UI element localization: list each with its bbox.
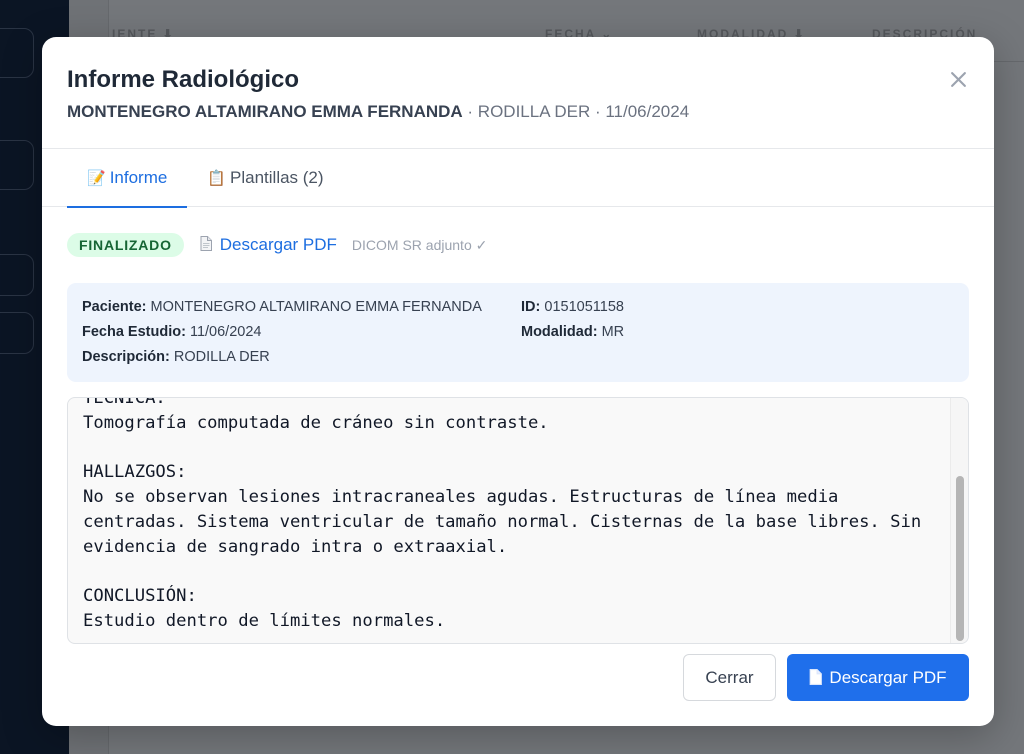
info-description-value: RODILLA DER: [173, 349, 270, 365]
close-icon: [950, 71, 966, 87]
clipboard-icon: 📋: [207, 170, 227, 187]
info-patient-label: Paciente:: [82, 299, 147, 315]
tab-bar: 📝 Informe 📋 Plantillas (2): [42, 149, 994, 208]
scrollbar-thumb[interactable]: [956, 476, 964, 641]
tab-label: Informe: [109, 168, 168, 187]
document-icon: [200, 235, 212, 251]
modal-header: Informe Radiológico MONTENEGRO ALTAMIRAN…: [42, 37, 994, 149]
info-modality-label: Modalidad:: [521, 324, 598, 340]
report-text: TÉCNICA: Tomografía computada de cráneo …: [83, 397, 922, 632]
info-patient: Paciente: MONTENEGRO ALTAMIRANO EMMA FER…: [82, 299, 482, 315]
info-id: ID: 0151051158: [521, 299, 624, 315]
close-modal-button[interactable]: Cerrar: [683, 654, 776, 701]
info-id-label: ID:: [521, 299, 541, 315]
tab-informe[interactable]: 📝 Informe: [67, 149, 188, 208]
info-patient-value: MONTENEGRO ALTAMIRANO EMMA FERNANDA: [150, 299, 482, 315]
info-date: Fecha Estudio: 11/06/2024: [82, 324, 261, 340]
modal-title: Informe Radiológico: [67, 66, 300, 93]
report-textarea[interactable]: TÉCNICA: Tomografía computada de cráneo …: [67, 397, 969, 644]
download-pdf-label: Descargar PDF: [219, 235, 337, 254]
info-id-value: 0151051158: [544, 299, 624, 315]
scrollbar[interactable]: [950, 398, 968, 643]
modal-body: FINALIZADO Descargar PDF DICOM SR adjunt…: [42, 207, 994, 644]
info-date-value: 11/06/2024: [189, 324, 262, 340]
info-description-label: Descripción:: [82, 349, 170, 365]
download-pdf-button[interactable]: Descargar PDF: [787, 654, 969, 701]
dicom-note: DICOM SR adjunto ✓: [351, 236, 488, 253]
status-row: FINALIZADO Descargar PDF DICOM SR adjunt…: [67, 207, 969, 283]
info-date-label: Fecha Estudio:: [82, 324, 186, 340]
subtitle-patient: MONTENEGRO ALTAMIRANO EMMA FERNANDA: [67, 102, 463, 121]
tab-label: Plantillas (2): [230, 168, 324, 187]
study-info-box: Paciente: MONTENEGRO ALTAMIRANO EMMA FER…: [67, 283, 969, 382]
tab-plantillas[interactable]: 📋 Plantillas (2): [187, 149, 343, 207]
subtitle-details: · RODILLA DER · 11/06/2024: [462, 102, 690, 121]
document-icon: [810, 668, 823, 685]
info-modality-value: MR: [601, 324, 625, 340]
memo-icon: 📝: [87, 170, 106, 187]
download-pdf-button-label: Descargar PDF: [829, 667, 947, 687]
close-button[interactable]: [946, 67, 970, 91]
report-modal: Informe Radiológico MONTENEGRO ALTAMIRAN…: [42, 37, 994, 726]
modal-subtitle: MONTENEGRO ALTAMIRANO EMMA FERNANDA · RO…: [67, 100, 969, 124]
modal-footer: Cerrar Descargar PDF: [683, 654, 969, 701]
info-modality: Modalidad: MR: [521, 324, 624, 340]
download-pdf-link[interactable]: Descargar PDF: [200, 235, 337, 255]
status-badge: FINALIZADO: [67, 233, 184, 257]
info-description: Descripción: RODILLA DER: [82, 349, 270, 365]
